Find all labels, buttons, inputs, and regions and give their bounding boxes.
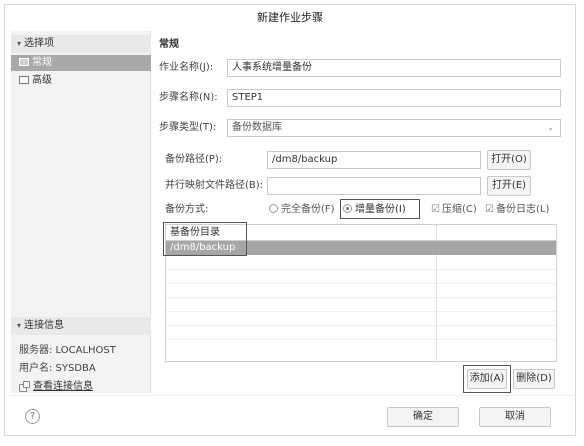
- full-backup-radio[interactable]: 完全备份(F): [269, 201, 335, 219]
- checkmark-icon: ☑: [485, 204, 494, 215]
- step-name-label: 步骤名称(N):: [159, 92, 218, 103]
- parallel-map-path-field[interactable]: [267, 177, 481, 195]
- sidebar-item-advanced[interactable]: 高级: [11, 73, 151, 89]
- backup-log-label: 备份日志(L): [495, 204, 550, 215]
- table-header-empty: [436, 225, 556, 241]
- options-header-label: 选择项: [24, 38, 55, 49]
- highlight-box-method: [340, 199, 420, 219]
- row-divider: [166, 297, 556, 298]
- sidebar-item-general[interactable]: 常规: [11, 55, 151, 71]
- row-divider: [166, 269, 556, 270]
- open-parallel-path-button[interactable]: 打开(E): [487, 176, 531, 196]
- server-info: 服务器: LOCALHOST: [19, 345, 116, 356]
- chevron-down-icon: ⌄: [547, 123, 554, 132]
- user-info: 用户名: SYSDBA: [19, 363, 96, 374]
- cancel-button[interactable]: 取消: [479, 407, 551, 427]
- job-name-label: 作业名称(J):: [159, 62, 214, 73]
- help-icon[interactable]: ?: [25, 409, 40, 424]
- collapse-arrow-icon: ▾: [17, 39, 22, 48]
- dialog-title: 新建作业步骤: [257, 11, 323, 24]
- new-job-step-dialog: 新建作业步骤 ▾ 选择项 常规 高级 ▾ 连接信息 服务器: LOCALHOST 用…: [4, 4, 576, 436]
- sidebar-item-label: 高级: [32, 75, 52, 86]
- page-icon: [19, 76, 29, 84]
- job-name-field[interactable]: 人事系统增量备份: [227, 59, 561, 77]
- main-panel: 常规 作业名称(J): 人事系统增量备份 步骤名称(N): STEP1 步骤类型…: [155, 31, 571, 393]
- highlight-box-table: [163, 222, 247, 256]
- step-type-value: 备份数据库: [232, 122, 282, 133]
- connection-section-header[interactable]: ▾ 连接信息: [11, 317, 151, 335]
- full-backup-label: 完全备份(F): [281, 204, 335, 215]
- step-name-field[interactable]: STEP1: [227, 89, 561, 107]
- view-connection-label: 查看连接信息: [33, 381, 93, 392]
- sidebar: ▾ 选择项 常规 高级 ▾ 连接信息 服务器: LOCALHOST 用户名: SYS…: [11, 31, 151, 393]
- checkmark-icon: ☑: [431, 204, 440, 215]
- compress-label: 压缩(C): [441, 204, 477, 215]
- backup-log-checkbox[interactable]: ☑ 备份日志(L): [485, 201, 549, 219]
- compress-checkbox[interactable]: ☑ 压缩(C): [431, 201, 477, 219]
- section-title: 常规: [159, 39, 179, 50]
- radio-off-icon: [269, 204, 278, 213]
- row-divider: [166, 325, 556, 326]
- step-type-select[interactable]: 备份数据库 ⌄: [227, 119, 561, 137]
- footer-divider: [9, 395, 573, 396]
- backup-path-label: 备份路径(P):: [165, 154, 223, 165]
- row-divider: [166, 311, 556, 312]
- step-type-label: 步骤类型(T):: [159, 122, 217, 133]
- open-backup-path-button[interactable]: 打开(O): [487, 150, 531, 170]
- sidebar-item-label: 常规: [32, 57, 52, 68]
- page-icon: [19, 58, 29, 66]
- highlight-box-add: [463, 365, 511, 393]
- delete-button[interactable]: 删除(D): [513, 369, 555, 389]
- collapse-arrow-icon: ▾: [17, 321, 22, 330]
- backup-path-field[interactable]: /dm8/backup: [267, 151, 481, 169]
- connection-icon: [19, 381, 30, 392]
- backup-method-label: 备份方式:: [165, 204, 209, 215]
- row-divider: [166, 283, 556, 284]
- options-section-header[interactable]: ▾ 选择项: [11, 35, 151, 53]
- ok-button[interactable]: 确定: [387, 407, 459, 427]
- parallel-map-path-label: 并行映射文件路径(B):: [165, 180, 264, 191]
- view-connection-link[interactable]: 查看连接信息: [19, 377, 93, 392]
- connection-header-label: 连接信息: [24, 320, 65, 331]
- row-divider: [166, 339, 556, 340]
